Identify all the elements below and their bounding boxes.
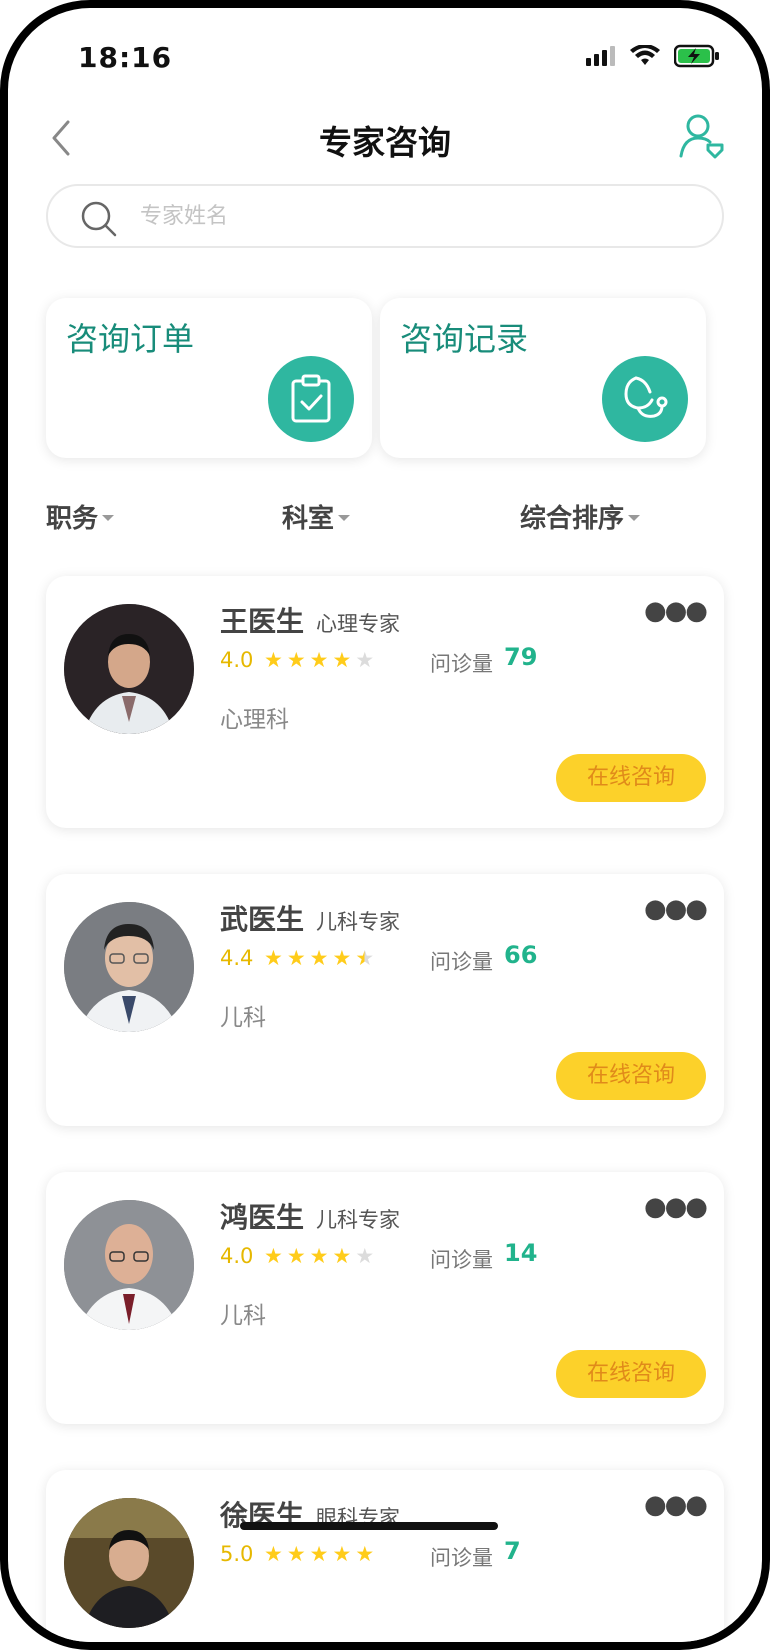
consult-records-card[interactable]: 咨询记录 [380, 298, 706, 458]
doctor-rating: 5.0 [220, 1542, 254, 1566]
doctor-rating: 4.0 [220, 1244, 254, 1268]
doctor-department: 儿科 [220, 1005, 266, 1031]
doctor-rating: 4.4 [220, 946, 254, 970]
status-time: 18:16 [78, 41, 173, 74]
doctor-title: 心理专家 [316, 612, 400, 636]
star-icon: ★ [309, 946, 329, 970]
status-icons [586, 44, 720, 68]
consult-orders-card[interactable]: 咨询订单 [46, 298, 372, 458]
star-icon: ★ [264, 1542, 283, 1566]
doctor-card[interactable]: 王医生 心理专家 ●●● 4.0 ★ ★ ★ ★ ★ 问诊量 79 心理科 在线咨询 [46, 576, 724, 828]
more-options-icon[interactable]: ●●● [644, 1490, 708, 1520]
filter-bar: 职务 科室 综合排序 [8, 498, 762, 538]
star-icon: ★ [355, 946, 375, 970]
star-icon: ★ [355, 1542, 375, 1566]
doctor-card[interactable]: 徐医生 眼科专家 ●●● 5.0 ★ ★ ★ ★ ★ 问诊量 7 [46, 1470, 724, 1642]
star-icon: ★ [332, 1542, 352, 1566]
visits-label: 问诊量 [430, 652, 493, 676]
visits-count: 14 [504, 1239, 538, 1267]
caret-down-icon [338, 514, 351, 521]
star-icon: ★ [332, 1244, 352, 1268]
filter-position[interactable]: 职务 [46, 498, 115, 535]
doctor-title: 儿科专家 [316, 910, 400, 934]
clipboard-check-icon [291, 374, 331, 423]
stethoscope-icon [624, 376, 668, 418]
doctor-department: 儿科 [220, 1303, 266, 1329]
star-icon: ★ [286, 946, 306, 970]
battery-icon [674, 44, 719, 68]
doctor-department: 心理科 [220, 707, 289, 733]
star-icon: ★ [309, 1542, 329, 1566]
doctor-avatar [64, 1200, 194, 1330]
star-icon: ★ [355, 648, 375, 672]
star-rating: ★ ★ ★ ★ ★ [264, 1244, 374, 1268]
filter-sort-label: 综合排序 [520, 504, 625, 534]
star-icon: ★ [264, 1244, 283, 1268]
online-consult-button[interactable]: 在线咨询 [556, 1052, 706, 1100]
more-options-icon[interactable]: ●●● [644, 1192, 708, 1222]
visits-count: 7 [504, 1537, 521, 1565]
online-consult-button[interactable]: 在线咨询 [556, 754, 706, 802]
search-icon [81, 201, 117, 237]
star-icon: ★ [286, 648, 306, 672]
star-icon: ★ [264, 648, 283, 672]
filter-sort[interactable]: 综合排序 [520, 498, 641, 535]
doctor-avatar [64, 604, 194, 734]
star-icon: ★ [264, 946, 283, 970]
star-icon: ★ [309, 648, 329, 672]
doctor-name: 武医生 [220, 903, 305, 936]
online-consult-button[interactable]: 在线咨询 [556, 1350, 706, 1398]
caret-down-icon [102, 514, 115, 521]
consult-records-label: 咨询记录 [400, 320, 529, 358]
phone-frame: 18:16 专家咨询 专家姓名 咨询订单 咨询记录 职务 科室 综合排序 王医生… [0, 0, 770, 1650]
doctor-rating: 4.0 [220, 648, 254, 672]
visits-count: 79 [504, 643, 538, 671]
caret-down-icon [628, 514, 641, 521]
status-bar: 18:16 [8, 8, 762, 98]
star-icon: ★ [332, 648, 352, 672]
star-icon: ★ [286, 1244, 306, 1268]
filter-department[interactable]: 科室 [282, 498, 351, 535]
nav-bar: 专家咨询 [8, 108, 762, 168]
filter-department-label: 科室 [282, 504, 335, 534]
doctor-name: 鸿医生 [220, 1201, 305, 1234]
wifi-icon [630, 45, 660, 65]
page-title: 专家咨询 [319, 123, 451, 162]
home-indicator [240, 1522, 498, 1530]
doctor-title: 儿科专家 [316, 1208, 400, 1232]
star-icon: ★ [286, 1542, 306, 1566]
star-rating: ★ ★ ★ ★ ★ [264, 1542, 374, 1566]
search-bar[interactable] [46, 184, 724, 248]
star-rating: ★ ★ ★ ★ ★ [264, 648, 374, 672]
signal-icon [586, 46, 615, 66]
consult-records-icon-circle [602, 356, 688, 442]
expert-profile-icon[interactable] [678, 112, 724, 160]
consult-orders-label: 咨询订单 [66, 320, 195, 358]
more-options-icon[interactable]: ●●● [644, 894, 708, 924]
consult-orders-icon-circle [268, 356, 354, 442]
star-icon: ★ [332, 946, 352, 970]
visits-label: 问诊量 [430, 1546, 493, 1570]
doctor-card[interactable]: 鸿医生 儿科专家 ●●● 4.0 ★ ★ ★ ★ ★ 问诊量 14 儿科 在线咨询 [46, 1172, 724, 1424]
visits-count: 66 [504, 941, 538, 969]
visits-label: 问诊量 [430, 950, 493, 974]
doctor-avatar [64, 1498, 194, 1628]
doctor-avatar [64, 902, 194, 1032]
search-input[interactable] [140, 196, 700, 236]
doctor-card[interactable]: 武医生 儿科专家 ●●● 4.4 ★ ★ ★ ★ ★ 问诊量 66 儿科 在线咨询 [46, 874, 724, 1126]
filter-position-label: 职务 [46, 504, 99, 534]
star-icon: ★ [309, 1244, 329, 1268]
star-icon: ★ [355, 1244, 375, 1268]
visits-label: 问诊量 [430, 1248, 493, 1272]
more-options-icon[interactable]: ●●● [644, 596, 708, 626]
star-rating: ★ ★ ★ ★ ★ [264, 946, 374, 970]
doctor-name: 王医生 [220, 605, 305, 638]
screen: 18:16 专家咨询 专家姓名 咨询订单 咨询记录 职务 科室 综合排序 王医生… [8, 8, 762, 1642]
